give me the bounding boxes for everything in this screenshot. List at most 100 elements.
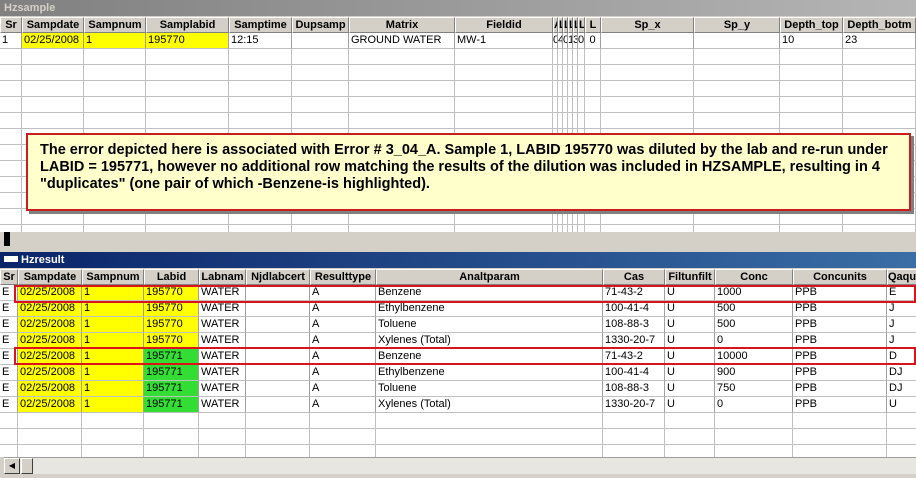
hzresult-cell-cas[interactable]: 71-43-2	[603, 285, 665, 301]
hzsample-titlebar[interactable]: Hzsample	[0, 0, 916, 16]
hzresult-row[interactable]: E 02/25/2008 1 195771 WATER A Benzene 71-43-2 U 1…	[0, 349, 916, 365]
hzresult-cell-qaqu[interactable]: DJ	[887, 381, 916, 397]
hzresult-cell-qaqu[interactable]: U	[887, 397, 916, 413]
hzresult-cell-filtunfilt[interactable]: U	[665, 365, 715, 381]
hzresult-cell-sampnum[interactable]: 1	[82, 317, 144, 333]
hzresult-cell-conc[interactable]: 900	[715, 365, 793, 381]
hzresult-grid[interactable]: Sr Sampdate Sampnum Labid Labnam Njdlabcert Re…	[0, 269, 916, 457]
hzsample-cell-l5[interactable]: 0	[578, 33, 585, 49]
hzsample-cell-depth-botm[interactable]: 23	[843, 33, 916, 49]
hzresult-cell-sr[interactable]: E	[0, 381, 18, 397]
hzresult-cell-sr[interactable]: E	[0, 397, 18, 413]
hzresult-cell-sampnum[interactable]: 1	[82, 397, 144, 413]
hzsample-col-l5[interactable]: L	[578, 17, 585, 33]
hzresult-col-conc[interactable]: Conc	[715, 269, 793, 285]
hzresult-cell-labnam[interactable]: WATER	[199, 381, 246, 397]
hzresult-cell-sampnum[interactable]: 1	[82, 301, 144, 317]
hzresult-col-qaqu[interactable]: Qaqu	[887, 269, 916, 285]
hzresult-cell-sampdate[interactable]: 02/25/2008	[18, 333, 82, 349]
hzresult-col-concunits[interactable]: Concunits	[793, 269, 887, 285]
hzresult-cell-filtunfilt[interactable]: U	[665, 397, 715, 413]
hzresult-cell-labid[interactable]: 195771	[144, 349, 199, 365]
hzresult-cell-labid[interactable]: 195770	[144, 317, 199, 333]
hzresult-cell-cas[interactable]: 1330-20-7	[603, 333, 665, 349]
hzresult-cell-sampnum[interactable]: 1	[82, 285, 144, 301]
hzresult-col-njdlabcert[interactable]: Njdlabcert	[246, 269, 310, 285]
hzsample-cell-l6[interactable]: 0	[585, 33, 601, 49]
hzsample-cell-depth-top[interactable]: 10	[780, 33, 843, 49]
hzresult-col-filtunfilt[interactable]: Filtunfilt	[665, 269, 715, 285]
hzsample-col-fieldid[interactable]: Fieldid	[455, 17, 553, 33]
hzresult-cell-conc[interactable]: 0	[715, 397, 793, 413]
window-splitter[interactable]	[0, 232, 916, 246]
hzresult-cell-resulttype[interactable]: A	[310, 397, 376, 413]
hzresult-cell-labnam[interactable]: WATER	[199, 365, 246, 381]
hzresult-cell-sampdate[interactable]: 02/25/2008	[18, 317, 82, 333]
hzsample-col-matrix[interactable]: Matrix	[349, 17, 455, 33]
hzresult-cell-sr[interactable]: E	[0, 301, 18, 317]
hzresult-cell-conc[interactable]: 750	[715, 381, 793, 397]
hzresult-cell-njdlabcert[interactable]	[246, 365, 310, 381]
hzsample-col-depth-top[interactable]: Depth_top	[780, 17, 843, 33]
hzresult-cell-sampdate[interactable]: 02/25/2008	[18, 365, 82, 381]
hzresult-cell-labid[interactable]: 195770	[144, 285, 199, 301]
hzresult-cell-sampnum[interactable]: 1	[82, 365, 144, 381]
horizontal-scrollbar[interactable]: ◀	[4, 457, 916, 474]
hzresult-row[interactable]: E 02/25/2008 1 195771 WATER A Toluene 108-88-3 U…	[0, 381, 916, 397]
hzresult-cell-resulttype[interactable]: A	[310, 285, 376, 301]
hzresult-cell-labnam[interactable]: WATER	[199, 317, 246, 333]
hzsample-cell-sr[interactable]: 1	[0, 33, 22, 49]
hzresult-col-analtparam[interactable]: Analtparam	[376, 269, 603, 285]
hzresult-cell-conc[interactable]: 10000	[715, 349, 793, 365]
hzresult-row[interactable]: E 02/25/2008 1 195770 WATER A Benzene 71-43-2 U 1…	[0, 285, 916, 301]
hzresult-cell-resulttype[interactable]: A	[310, 381, 376, 397]
hzresult-cell-sampdate[interactable]: 02/25/2008	[18, 301, 82, 317]
hzresult-cell-conc[interactable]: 500	[715, 317, 793, 333]
hzresult-cell-sampnum[interactable]: 1	[82, 381, 144, 397]
hzresult-cell-qaqu[interactable]: J	[887, 333, 916, 349]
hzsample-col-l6[interactable]: L	[585, 17, 601, 33]
hzresult-cell-analtparam[interactable]: Xylenes (Total)	[376, 333, 603, 349]
hzresult-cell-qaqu[interactable]: J	[887, 301, 916, 317]
hzresult-cell-labnam[interactable]: WATER	[199, 301, 246, 317]
hzresult-cell-njdlabcert[interactable]	[246, 333, 310, 349]
hzresult-cell-sampnum[interactable]: 1	[82, 349, 144, 365]
hzresult-cell-concunits[interactable]: PPB	[793, 285, 887, 301]
hzresult-col-cas[interactable]: Cas	[603, 269, 665, 285]
hzsample-col-sampnum[interactable]: Sampnum	[84, 17, 146, 33]
hzresult-cell-sampdate[interactable]: 02/25/2008	[18, 397, 82, 413]
hzresult-cell-labid[interactable]: 195770	[144, 333, 199, 349]
hzresult-cell-sr[interactable]: E	[0, 333, 18, 349]
hzresult-cell-conc[interactable]: 500	[715, 301, 793, 317]
hzresult-cell-sr[interactable]: E	[0, 317, 18, 333]
hzresult-col-sampnum[interactable]: Sampnum	[82, 269, 144, 285]
hzresult-cell-labnam[interactable]: WATER	[199, 397, 246, 413]
hzresult-cell-filtunfilt[interactable]: U	[665, 285, 715, 301]
hzresult-cell-njdlabcert[interactable]	[246, 317, 310, 333]
hzresult-cell-qaqu[interactable]: E	[887, 285, 916, 301]
hzresult-cell-resulttype[interactable]: A	[310, 333, 376, 349]
hzresult-col-labid[interactable]: Labid	[144, 269, 199, 285]
hzsample-col-sampdate[interactable]: Sampdate	[22, 17, 84, 33]
hzsample-cell-samplabid[interactable]: 195770	[146, 33, 229, 49]
hzresult-cell-qaqu[interactable]: J	[887, 317, 916, 333]
hzresult-col-sr[interactable]: Sr	[0, 269, 18, 285]
hzresult-cell-resulttype[interactable]: A	[310, 301, 376, 317]
hzresult-cell-concunits[interactable]: PPB	[793, 397, 887, 413]
hzsample-cell-samptime[interactable]: 12:15	[229, 33, 292, 49]
hzresult-cell-resulttype[interactable]: A	[310, 317, 376, 333]
hzsample-cell-sp-y[interactable]	[694, 33, 780, 49]
hzresult-cell-sampnum[interactable]: 1	[82, 333, 144, 349]
hzsample-cell-matrix[interactable]: GROUND WATER	[349, 33, 455, 49]
hzresult-cell-concunits[interactable]: PPB	[793, 381, 887, 397]
hzresult-cell-resulttype[interactable]: A	[310, 365, 376, 381]
hzresult-cell-analtparam[interactable]: Xylenes (Total)	[376, 397, 603, 413]
hzresult-cell-concunits[interactable]: PPB	[793, 301, 887, 317]
hzresult-cell-concunits[interactable]: PPB	[793, 333, 887, 349]
hzresult-cell-njdlabcert[interactable]	[246, 301, 310, 317]
hzresult-cell-analtparam[interactable]: Toluene	[376, 317, 603, 333]
hzresult-cell-cas[interactable]: 100-41-4	[603, 365, 665, 381]
scroll-left-button[interactable]: ◀	[4, 458, 20, 474]
hzresult-cell-analtparam[interactable]: Ethylbenzene	[376, 301, 603, 317]
hzresult-cell-filtunfilt[interactable]: U	[665, 317, 715, 333]
